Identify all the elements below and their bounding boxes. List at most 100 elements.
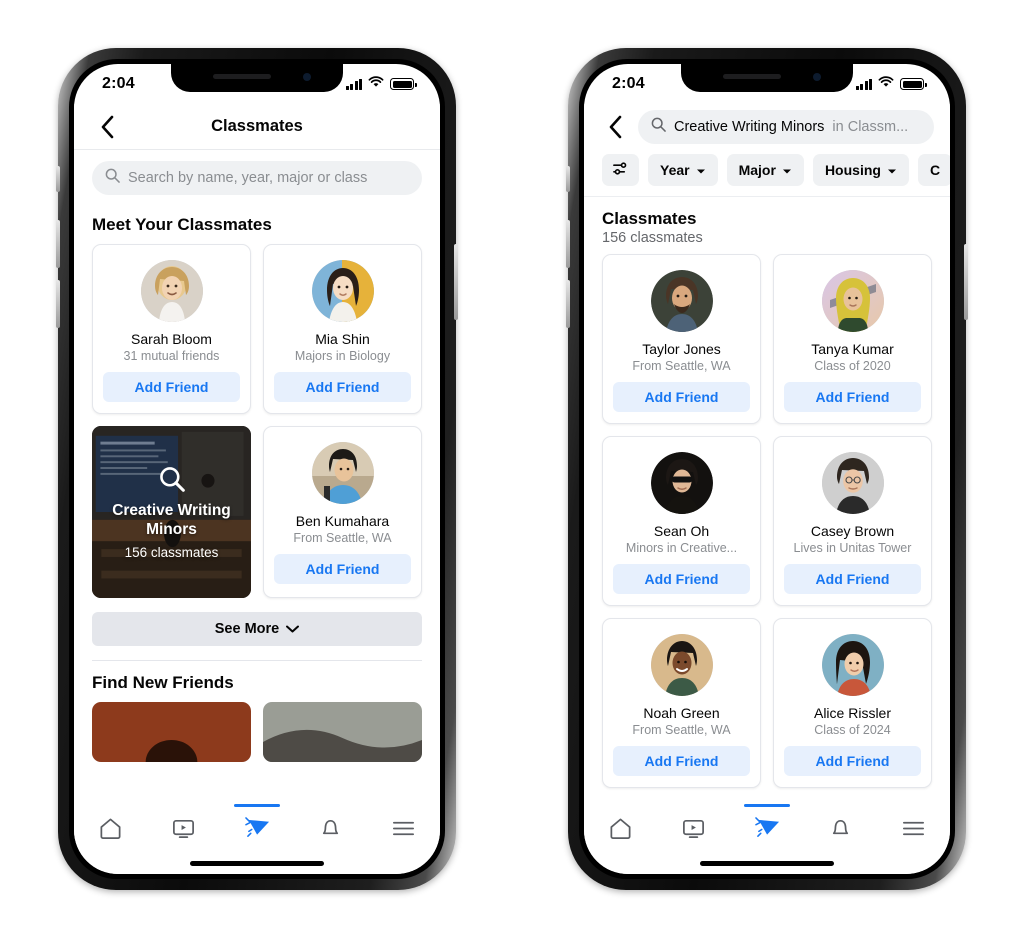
classmate-card[interactable]: Noah Green From Seattle, WA Add Friend [602, 618, 761, 788]
tune-sliders-icon [612, 160, 629, 180]
content-scroll-left[interactable]: Classmates Search by name, year, major o… [74, 104, 440, 804]
filter-chip-major[interactable]: Major [726, 154, 804, 186]
home-icon [98, 816, 123, 846]
group-classmate-count: 156 classmates [124, 544, 219, 560]
avatar-mia-shin [311, 260, 374, 322]
add-friend-button[interactable]: Add Friend [613, 382, 750, 412]
power-button[interactable] [454, 244, 458, 320]
back-button[interactable] [602, 114, 628, 140]
add-friend-button[interactable]: Add Friend [613, 746, 750, 776]
filter-settings-chip[interactable] [602, 154, 639, 186]
phone-bezel: 2:04 Creative Writing Minors in Classm..… [579, 59, 955, 879]
classmate-card[interactable]: Sean Oh Minors in Creative... Add Friend [602, 436, 761, 606]
tab-watch[interactable] [657, 814, 730, 848]
classmate-name: Mia Shin [315, 331, 370, 347]
classmate-subtitle: Class of 2020 [814, 359, 891, 373]
navigation-bar: Classmates [74, 104, 440, 150]
add-friend-button[interactable]: Add Friend [784, 746, 921, 776]
signal-bars-icon [345, 78, 362, 90]
classmate-card[interactable]: Sarah Bloom 31 mutual friends Add Friend [92, 244, 251, 414]
results-header: Classmates 156 classmates [584, 197, 950, 254]
wifi-icon [878, 75, 894, 93]
tab-notifications[interactable] [804, 814, 877, 848]
screenshot-stage: 2:04 Classmates Search by name, year, ma… [0, 0, 1024, 938]
avatar-sarah-bloom [140, 260, 203, 322]
status-bar: 2:04 [584, 64, 950, 104]
power-button[interactable] [964, 244, 968, 320]
tab-campus[interactable] [730, 804, 803, 848]
search-icon [651, 117, 666, 137]
classmate-name: Alice Rissler [813, 705, 891, 721]
search-input[interactable]: Creative Writing Minors in Classm... [638, 110, 934, 144]
campus-pennant-icon [244, 816, 271, 846]
volume-up-button[interactable] [56, 220, 60, 268]
tab-watch[interactable] [147, 814, 220, 848]
classmate-card[interactable]: Casey Brown Lives in Unitas Tower Add Fr… [773, 436, 932, 606]
classmate-subtitle: Majors in Biology [294, 349, 391, 363]
classmate-name: Tanya Kumar [811, 341, 894, 357]
tab-menu[interactable] [877, 814, 950, 848]
avatar-sean-oh [650, 452, 713, 514]
see-more-label: See More [214, 621, 280, 637]
filter-chip-housing[interactable]: Housing [812, 154, 909, 186]
add-friend-button[interactable]: Add Friend [784, 564, 921, 594]
mute-switch[interactable] [56, 166, 60, 192]
classmate-card[interactable]: Tanya Kumar Class of 2020 Add Friend [773, 254, 932, 424]
watch-video-icon [681, 816, 706, 846]
group-tile-creative-writing-minors[interactable]: Creative Writing Minors 156 classmates [92, 426, 251, 598]
friend-suggestion-photo-1[interactable] [92, 702, 251, 762]
classmate-card[interactable]: Ben Kumahara From Seattle, WA Add Friend [263, 426, 422, 598]
mute-switch[interactable] [566, 166, 570, 192]
avatar-alice-rissler [821, 634, 884, 696]
chevron-down-icon [782, 162, 792, 178]
tab-menu[interactable] [367, 814, 440, 848]
filter-chip-label: Year [660, 162, 690, 178]
classmate-subtitle: Class of 2024 [814, 723, 891, 737]
status-time: 2:04 [612, 75, 645, 92]
group-title: Creative Writing Minors [112, 502, 231, 538]
bell-notifications-icon [828, 816, 853, 846]
classmate-name: Casey Brown [810, 523, 895, 539]
classmate-card[interactable]: Mia Shin Majors in Biology Add Friend [263, 244, 422, 414]
filter-chip-label: C [929, 162, 941, 178]
content-scroll-right[interactable]: Creative Writing Minors in Classm... Yea… [584, 104, 950, 804]
signal-bars-icon [855, 78, 872, 90]
status-indicators [345, 75, 417, 93]
friend-suggestion-photo-2[interactable] [263, 702, 422, 762]
classmate-card[interactable]: Taylor Jones From Seattle, WA Add Friend [602, 254, 761, 424]
search-input[interactable]: Search by name, year, major or class [92, 161, 422, 195]
tab-notifications[interactable] [294, 814, 367, 848]
tab-home[interactable] [74, 814, 147, 848]
results-title: Classmates [602, 209, 697, 228]
tab-home[interactable] [584, 814, 657, 848]
back-button[interactable] [94, 114, 120, 140]
see-more-container: See More [74, 598, 440, 646]
battery-full-icon [900, 78, 927, 90]
watch-video-icon [171, 816, 196, 846]
classmate-name: Sean Oh [653, 523, 710, 539]
classmate-card[interactable]: Alice Rissler Class of 2024 Add Friend [773, 618, 932, 788]
classmate-subtitle: Lives in Unitas Tower [793, 541, 912, 555]
filter-chip-row[interactable]: Year Major Housing C [584, 152, 950, 197]
volume-up-button[interactable] [566, 220, 570, 268]
tab-campus[interactable] [220, 804, 293, 848]
volume-down-button[interactable] [56, 280, 60, 328]
filter-chip-year[interactable]: Year [648, 154, 718, 186]
search-icon [105, 168, 120, 188]
status-indicators [855, 75, 927, 93]
add-friend-button[interactable]: Add Friend [274, 554, 411, 584]
volume-down-button[interactable] [566, 280, 570, 328]
see-more-button[interactable]: See More [92, 612, 422, 646]
filter-chip-overflow[interactable]: C [917, 154, 950, 186]
add-friend-button[interactable]: Add Friend [784, 382, 921, 412]
chevron-down-icon [887, 162, 897, 178]
classmate-subtitle: 31 mutual friends [123, 349, 220, 363]
add-friend-button[interactable]: Add Friend [274, 372, 411, 402]
phone-screen-right: 2:04 Creative Writing Minors in Classm..… [584, 64, 950, 874]
find-new-friends-strip [74, 702, 440, 762]
search-results-grid: Taylor Jones From Seattle, WA Add Friend… [584, 254, 950, 788]
phone-device-right: 2:04 Creative Writing Minors in Classm..… [566, 48, 968, 890]
add-friend-button[interactable]: Add Friend [613, 564, 750, 594]
filter-chip-label: Major [738, 162, 776, 178]
add-friend-button[interactable]: Add Friend [103, 372, 240, 402]
